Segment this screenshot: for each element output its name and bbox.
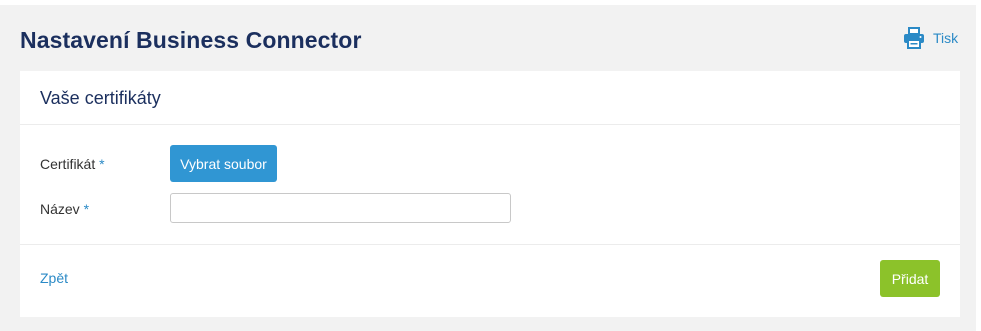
add-button[interactable]: Přidat [880,260,940,297]
certificates-card: Vaše certifikáty Certifikát * Vybrat sou… [20,71,960,317]
print-link[interactable]: Tisk [903,27,958,49]
back-link[interactable]: Zpět [40,270,68,286]
name-label-text: Název [40,201,80,217]
certificate-label-text: Certifikát [40,156,96,172]
page-title: Nastavení Business Connector [20,27,362,53]
required-mark: * [99,156,105,172]
certificate-label: Certifikát * [40,156,105,172]
printer-icon [903,27,925,49]
page-background: Nastavení Business Connector Tisk Vaše c… [0,5,976,331]
name-input[interactable] [170,193,511,223]
choose-file-button[interactable]: Vybrat soubor [170,145,277,182]
required-mark: * [83,201,90,217]
footer-divider [20,244,960,245]
print-label: Tisk [933,30,959,46]
card-header: Vaše certifikáty [20,71,960,125]
name-label: Název * [40,201,89,217]
card-title: Vaše certifikáty [40,88,161,108]
